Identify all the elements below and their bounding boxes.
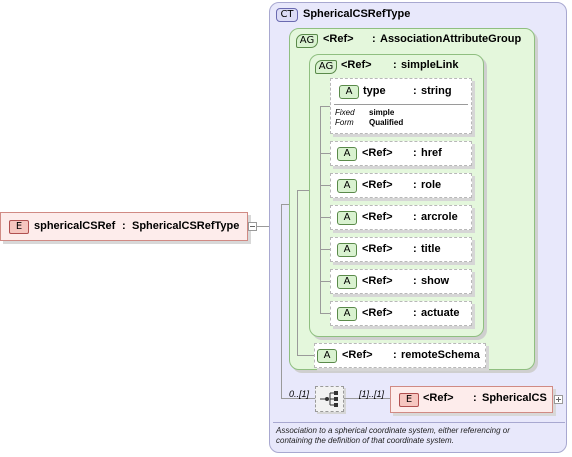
element-badge: E <box>9 220 29 234</box>
simple-link-sep: : <box>393 59 397 71</box>
attribute-badge: A <box>337 275 357 289</box>
divider <box>334 104 468 105</box>
connector <box>320 313 330 314</box>
attribute-sep: : <box>393 349 397 361</box>
attribute-name: type <box>363 85 386 97</box>
fixed-value: simple <box>369 108 395 117</box>
attribute-badge: A <box>337 211 357 225</box>
root-element-type: SphericalCSRefType <box>132 220 240 232</box>
ag-badge: AG <box>315 60 337 74</box>
connector <box>320 281 330 282</box>
sequence-cardinality: 0..[1] <box>289 389 310 399</box>
attribute-role-box[interactable]: A <Ref> : role <box>330 173 472 198</box>
connector <box>297 190 309 191</box>
attribute-name: role <box>421 179 442 191</box>
attribute-sep: : <box>413 211 417 223</box>
connector <box>320 106 321 314</box>
attribute-group-sep: : <box>372 33 376 45</box>
child-element-ref: <Ref> <box>423 392 454 404</box>
attribute-name: remoteSchema <box>401 349 480 361</box>
attribute-badge: A <box>337 307 357 321</box>
root-element-name: sphericalCSRef <box>34 220 116 232</box>
complex-type-name: SphericalCSRefType <box>303 8 411 20</box>
attribute-title-box[interactable]: A <Ref> : title <box>330 237 472 262</box>
attribute-sep: : <box>413 147 417 159</box>
attribute-name: actuate <box>421 307 460 319</box>
annotation-line: containing the definition of that coordi… <box>276 436 454 445</box>
child-element-name: SphericalCS <box>482 392 547 404</box>
attribute-name: href <box>421 147 442 159</box>
connector <box>297 190 298 355</box>
attribute-ref: <Ref> <box>362 179 393 191</box>
child-cardinality: [1]..[1] <box>359 389 385 399</box>
attribute-name: arcrole <box>421 211 458 223</box>
root-element-sep: : <box>122 220 126 232</box>
attribute-type: string <box>421 85 452 97</box>
attribute-sep: : <box>413 179 417 191</box>
attribute-sep: : <box>413 243 417 255</box>
connector <box>281 204 282 398</box>
fixed-label: Fixed <box>335 108 355 117</box>
expand-toggle-icon[interactable] <box>554 395 563 404</box>
attribute-badge: A <box>339 85 359 99</box>
simple-link-name: simpleLink <box>401 59 459 71</box>
element-badge: E <box>399 393 419 407</box>
sequence-compositor[interactable] <box>315 386 344 412</box>
annotation: Association to a spherical coordinate sy… <box>276 426 564 446</box>
attribute-show-box[interactable]: A <Ref> : show <box>330 269 472 294</box>
attribute-ref: <Ref> <box>362 147 393 159</box>
child-element-sep: : <box>473 392 477 404</box>
connector <box>320 217 330 218</box>
attribute-badge: A <box>337 147 357 161</box>
connector <box>320 106 330 107</box>
attribute-actuate-box[interactable]: A <Ref> : actuate <box>330 301 472 326</box>
connector <box>320 153 330 154</box>
connector <box>320 185 330 186</box>
expand-toggle-icon[interactable] <box>248 222 257 231</box>
annotation-line: Association to a spherical coordinate sy… <box>276 426 510 435</box>
attribute-href-box[interactable]: A <Ref> : href <box>330 141 472 166</box>
attribute-name: show <box>421 275 450 287</box>
attribute-sep: : <box>413 275 417 287</box>
attribute-type-box[interactable]: A type : string Fixed simple Form Qualif… <box>330 78 472 134</box>
attribute-sep: : <box>413 85 417 97</box>
attribute-ref: <Ref> <box>362 275 393 287</box>
sequence-icon <box>320 391 338 407</box>
root-element-box[interactable]: E sphericalCSRef : SphericalCSRefType <box>0 212 248 241</box>
simple-link-ref: <Ref> <box>341 59 372 71</box>
attribute-badge: A <box>337 243 357 257</box>
attribute-badge: A <box>317 349 337 363</box>
connector <box>297 355 314 356</box>
attribute-name: title <box>421 243 441 255</box>
ag-badge: AG <box>296 34 318 48</box>
attribute-arcrole-box[interactable]: A <Ref> : arcrole <box>330 205 472 230</box>
attribute-sep: : <box>413 307 417 319</box>
connector <box>320 249 330 250</box>
attribute-remote-schema-box[interactable]: A <Ref> : remoteSchema <box>314 343 486 368</box>
attribute-ref: <Ref> <box>362 243 393 255</box>
attribute-ref: <Ref> <box>362 307 393 319</box>
attribute-group-ref: <Ref> <box>323 33 354 45</box>
ct-badge: CT <box>276 8 298 22</box>
annotation-divider <box>273 422 565 423</box>
form-label: Form <box>335 118 354 127</box>
attribute-ref: <Ref> <box>362 211 393 223</box>
attribute-group-name: AssociationAttributeGroup <box>380 33 522 45</box>
form-value: Qualified <box>369 118 404 127</box>
child-element-box[interactable]: E <Ref> : SphericalCS <box>390 386 553 413</box>
attribute-badge: A <box>337 179 357 193</box>
attribute-ref: <Ref> <box>342 349 373 361</box>
